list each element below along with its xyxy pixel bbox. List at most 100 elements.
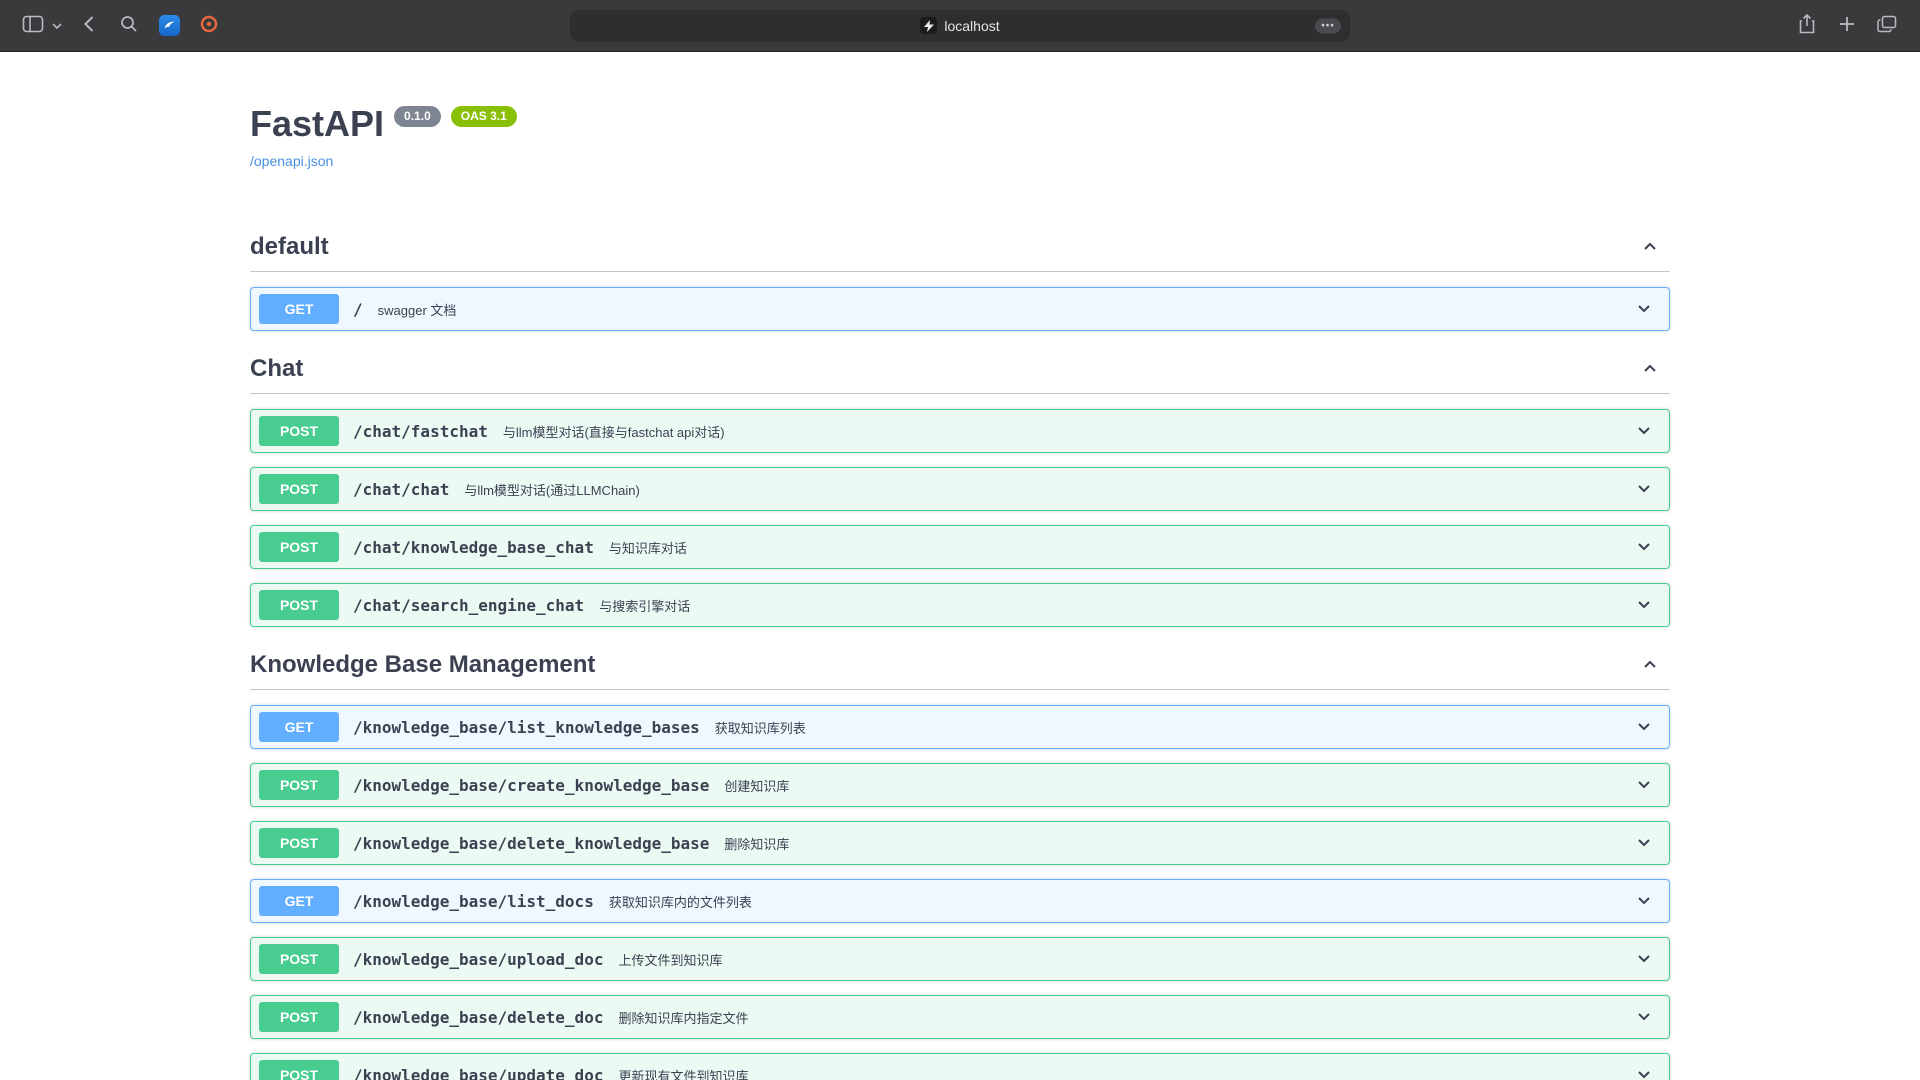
api-info-block: FastAPI 0.1.0 OAS 3.1 /openapi.json xyxy=(250,52,1670,171)
operation-row[interactable]: POST /chat/chat 与llm模型对话(通过LLMChain) xyxy=(250,467,1670,511)
version-badge: 0.1.0 xyxy=(394,106,441,127)
chevron-down-icon xyxy=(1634,1006,1654,1029)
url-text: localhost xyxy=(944,18,999,34)
chevron-down-icon xyxy=(1634,420,1654,443)
extensions-ellipsis-button[interactable]: ••• xyxy=(1315,18,1341,33)
operation-path: /knowledge_base/update_doc xyxy=(353,1066,603,1080)
operation-description: 获取知识库列表 xyxy=(715,718,1624,737)
collapse-section-button[interactable] xyxy=(1630,236,1670,259)
blue-bird-extension-button[interactable] xyxy=(152,9,186,43)
blue-bird-icon xyxy=(159,15,180,36)
api-sections: default GET / swagger 文档 Chat xyxy=(250,223,1670,1080)
sidebar-icon xyxy=(22,15,44,36)
operation-row[interactable]: POST /knowledge_base/upload_doc 上传文件到知识库 xyxy=(250,937,1670,981)
operation-row[interactable]: GET / swagger 文档 xyxy=(250,287,1670,331)
method-badge: POST xyxy=(259,1060,339,1080)
api-section: Chat POST /chat/fastchat 与llm模型对话(直接与fas… xyxy=(250,345,1670,627)
method-badge: GET xyxy=(259,294,339,324)
expand-operation-button[interactable] xyxy=(1624,1064,1664,1080)
chevron-down-icon xyxy=(1634,716,1654,739)
openapi-spec-link[interactable]: /openapi.json xyxy=(250,153,333,169)
expand-operation-button[interactable] xyxy=(1624,948,1664,971)
expand-operation-button[interactable] xyxy=(1624,716,1664,739)
operation-row[interactable]: POST /chat/search_engine_chat 与搜索引擎对话 xyxy=(250,583,1670,627)
operation-description: 上传文件到知识库 xyxy=(618,950,1624,969)
chevron-down-icon xyxy=(52,18,62,33)
chevron-down-icon xyxy=(1634,948,1654,971)
operation-description: 与llm模型对话(直接与fastchat api对话) xyxy=(503,422,1624,441)
expand-operation-button[interactable] xyxy=(1624,478,1664,501)
orange-ring-extension-button[interactable] xyxy=(192,9,226,43)
method-badge: GET xyxy=(259,712,339,742)
method-badge: POST xyxy=(259,532,339,562)
tab-overview-button[interactable] xyxy=(1870,9,1904,43)
operation-path: /knowledge_base/list_docs xyxy=(353,892,594,911)
operation-description: 更新现有文件到知识库 xyxy=(618,1066,1624,1080)
expand-operation-button[interactable] xyxy=(1624,298,1664,321)
orange-ring-icon xyxy=(199,14,219,37)
method-badge: POST xyxy=(259,944,339,974)
section-title: Knowledge Base Management xyxy=(250,651,1630,679)
method-badge: POST xyxy=(259,828,339,858)
collapse-section-button[interactable] xyxy=(1630,654,1670,677)
method-badge: POST xyxy=(259,474,339,504)
plus-icon xyxy=(1839,16,1855,35)
chevron-up-icon xyxy=(1640,358,1660,381)
tabs-icon xyxy=(1877,15,1897,36)
share-button[interactable] xyxy=(1790,9,1824,43)
sidebar-toggle-button[interactable] xyxy=(16,9,50,43)
expand-operation-button[interactable] xyxy=(1624,420,1664,443)
operation-row[interactable]: GET /knowledge_base/list_knowledge_bases… xyxy=(250,705,1670,749)
chevron-down-icon xyxy=(1634,536,1654,559)
new-tab-button[interactable] xyxy=(1830,9,1864,43)
swagger-page: FastAPI 0.1.0 OAS 3.1 /openapi.json defa… xyxy=(0,52,1920,1080)
operation-row[interactable]: POST /knowledge_base/create_knowledge_ba… xyxy=(250,763,1670,807)
operation-description: 获取知识库内的文件列表 xyxy=(609,892,1624,911)
operation-row[interactable]: POST /chat/knowledge_base_chat 与知识库对话 xyxy=(250,525,1670,569)
operation-row[interactable]: POST /knowledge_base/delete_doc 删除知识库内指定… xyxy=(250,995,1670,1039)
operation-path: /chat/fastchat xyxy=(353,422,488,441)
section-title: default xyxy=(250,233,1630,261)
method-badge: POST xyxy=(259,416,339,446)
section-header[interactable]: Chat xyxy=(250,345,1670,394)
chevron-down-icon xyxy=(1634,1064,1654,1080)
operation-description: 删除知识库内指定文件 xyxy=(618,1008,1624,1027)
operation-description: 删除知识库 xyxy=(724,834,1624,853)
expand-operation-button[interactable] xyxy=(1624,774,1664,797)
collapse-section-button[interactable] xyxy=(1630,358,1670,381)
operation-row[interactable]: GET /knowledge_base/list_docs 获取知识库内的文件列… xyxy=(250,879,1670,923)
api-title-text: FastAPI xyxy=(250,102,384,145)
expand-operation-button[interactable] xyxy=(1624,1006,1664,1029)
api-section: default GET / swagger 文档 xyxy=(250,223,1670,331)
site-favicon-icon xyxy=(920,17,937,34)
operation-path: /knowledge_base/delete_knowledge_base xyxy=(353,834,709,853)
back-button[interactable] xyxy=(72,9,106,43)
chevron-down-icon xyxy=(1634,298,1654,321)
operation-path: /knowledge_base/upload_doc xyxy=(353,950,603,969)
chevron-down-icon xyxy=(1634,774,1654,797)
expand-operation-button[interactable] xyxy=(1624,890,1664,913)
chevron-up-icon xyxy=(1640,654,1660,677)
expand-operation-button[interactable] xyxy=(1624,594,1664,617)
chevron-left-icon xyxy=(83,15,95,36)
operation-path: /knowledge_base/create_knowledge_base xyxy=(353,776,709,795)
search-button[interactable] xyxy=(112,9,146,43)
method-badge: POST xyxy=(259,770,339,800)
method-badge: POST xyxy=(259,590,339,620)
operation-row[interactable]: POST /chat/fastchat 与llm模型对话(直接与fastchat… xyxy=(250,409,1670,453)
operation-row[interactable]: POST /knowledge_base/update_doc 更新现有文件到知… xyxy=(250,1053,1670,1080)
section-header[interactable]: default xyxy=(250,223,1670,272)
operation-path: /knowledge_base/delete_doc xyxy=(353,1008,603,1027)
operation-row[interactable]: POST /knowledge_base/delete_knowledge_ba… xyxy=(250,821,1670,865)
page-title: FastAPI 0.1.0 OAS 3.1 xyxy=(250,102,1670,145)
sidebar-menu-button[interactable] xyxy=(48,9,66,43)
address-bar[interactable]: localhost ••• xyxy=(570,10,1350,42)
browser-toolbar: localhost ••• xyxy=(0,0,1920,52)
operation-path: /knowledge_base/list_knowledge_bases xyxy=(353,718,700,737)
operation-path: / xyxy=(353,300,363,319)
section-header[interactable]: Knowledge Base Management xyxy=(250,641,1670,690)
expand-operation-button[interactable] xyxy=(1624,536,1664,559)
chevron-up-icon xyxy=(1640,236,1660,259)
expand-operation-button[interactable] xyxy=(1624,832,1664,855)
chevron-down-icon xyxy=(1634,832,1654,855)
